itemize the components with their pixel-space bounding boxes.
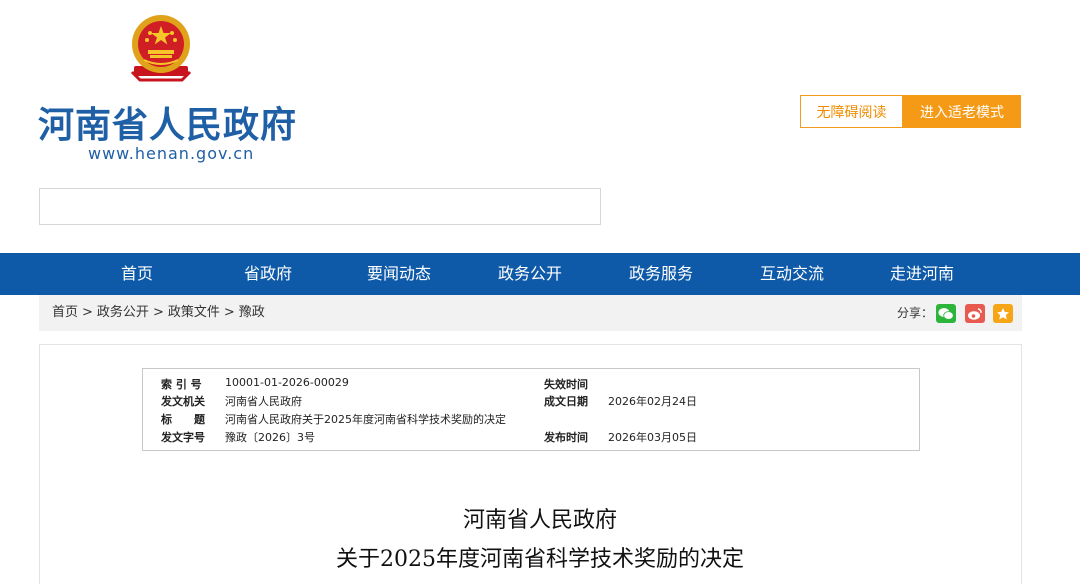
nav-item-news[interactable]: 要闻动态	[367, 253, 431, 295]
document-metadata-table: 索 引 号 10001-01-2026-00029 失效时间 发文机关 河南省人…	[142, 368, 920, 451]
created-date-value: 2026年02月24日	[608, 395, 697, 408]
nav-item-home[interactable]: 首页	[121, 253, 153, 295]
breadcrumb-separator: >	[152, 305, 164, 320]
breadcrumb-policy-documents[interactable]: 政策文件	[168, 295, 220, 331]
title-label: 标 题	[161, 413, 205, 426]
favorite-star-icon[interactable]	[993, 304, 1013, 323]
issuer-label: 发文机关	[161, 395, 205, 408]
breadcrumb-government-affairs[interactable]: 政务公开	[97, 295, 149, 331]
index-number-value: 10001-01-2026-00029	[225, 376, 349, 389]
accessibility-reading-button[interactable]: 无障碍阅读	[800, 95, 903, 128]
weibo-share-icon[interactable]	[965, 304, 985, 323]
expiry-time-label: 失效时间	[544, 378, 588, 391]
issuer-value: 河南省人民政府	[225, 395, 302, 408]
site-url: www.henan.gov.cn	[88, 144, 255, 163]
nav-item-interaction[interactable]: 互动交流	[760, 253, 824, 295]
breadcrumb-bar: 首页 > 政务公开 > 政策文件 > 豫政 分享：	[39, 295, 1022, 331]
breadcrumb: 首页 > 政务公开 > 政策文件 > 豫政	[52, 295, 265, 331]
publish-date-value: 2026年03月05日	[608, 431, 697, 444]
title-value: 河南省人民政府关于2025年度河南省科学技术奖励的决定	[225, 413, 506, 426]
publish-date-label: 发布时间	[544, 431, 588, 444]
nav-item-about-henan[interactable]: 走进河南	[890, 253, 954, 295]
breadcrumb-home[interactable]: 首页	[52, 295, 78, 331]
created-date-label: 成文日期	[544, 395, 588, 408]
share-label: 分享：	[897, 306, 934, 320]
site-name: 河南省人民政府	[38, 105, 298, 146]
breadcrumb-separator: >	[223, 305, 235, 320]
document-number-label: 发文字号	[161, 431, 205, 444]
wechat-share-icon[interactable]	[936, 304, 956, 323]
national-emblem-logo	[128, 14, 194, 84]
breadcrumb-yuzheng[interactable]: 豫政	[239, 295, 265, 331]
index-number-label: 索 引 号	[161, 378, 202, 391]
search-input[interactable]	[39, 188, 601, 225]
document-title-line-1: 河南省人民政府	[462, 508, 617, 533]
document-number-value: 豫政〔2026〕3号	[225, 431, 315, 444]
main-nav: 首页 省政府 要闻动态 政务公开 政务服务 互动交流 走进河南	[0, 253, 1080, 295]
nav-item-government-affairs-disclosure[interactable]: 政务公开	[498, 253, 562, 295]
nav-item-provincial-government[interactable]: 省政府	[244, 253, 292, 295]
elder-mode-button[interactable]: 进入适老模式	[903, 95, 1021, 128]
document-title-line-2: 关于2025年度河南省科学技术奖励的决定	[336, 547, 744, 572]
nav-item-government-services[interactable]: 政务服务	[629, 253, 693, 295]
breadcrumb-separator: >	[82, 305, 93, 320]
